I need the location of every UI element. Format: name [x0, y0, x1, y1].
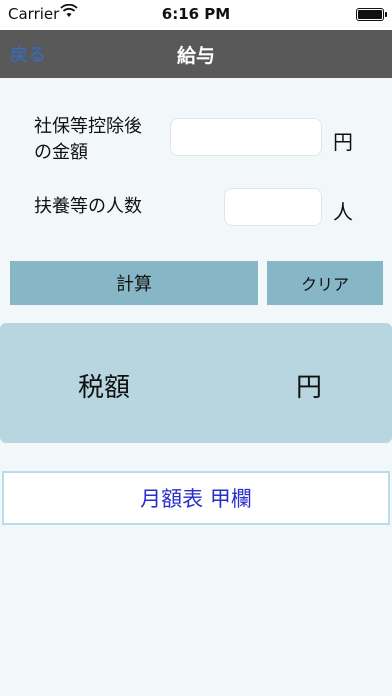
net-income-label-line2: の金額	[34, 142, 88, 163]
tax-amount-unit: 円	[296, 373, 323, 403]
clear-button[interactable]: クリア	[267, 261, 383, 305]
net-income-input[interactable]	[170, 118, 322, 156]
page-title: 給与	[176, 45, 215, 67]
dependents-label: 扶養等の人数	[34, 196, 142, 217]
dependents-input[interactable]	[224, 188, 322, 226]
tax-amount-label: 税額	[78, 373, 131, 403]
dependents-unit: 人	[333, 200, 353, 224]
calculate-button[interactable]: 計算	[10, 261, 258, 305]
monthly-table-link[interactable]: 月額表 甲欄	[2, 471, 390, 525]
net-income-label: 社保等控除後 の金額	[34, 114, 142, 166]
net-income-label-line1: 社保等控除後	[34, 116, 142, 137]
net-income-unit: 円	[333, 130, 353, 154]
navigation-bar: 戻る 給与	[0, 30, 392, 78]
tax-result-panel: 税額 円	[0, 323, 392, 443]
battery-icon	[356, 8, 387, 21]
status-bar: Carrier 6:16 PM	[0, 0, 392, 30]
clock-time: 6:16 PM	[161, 5, 231, 23]
